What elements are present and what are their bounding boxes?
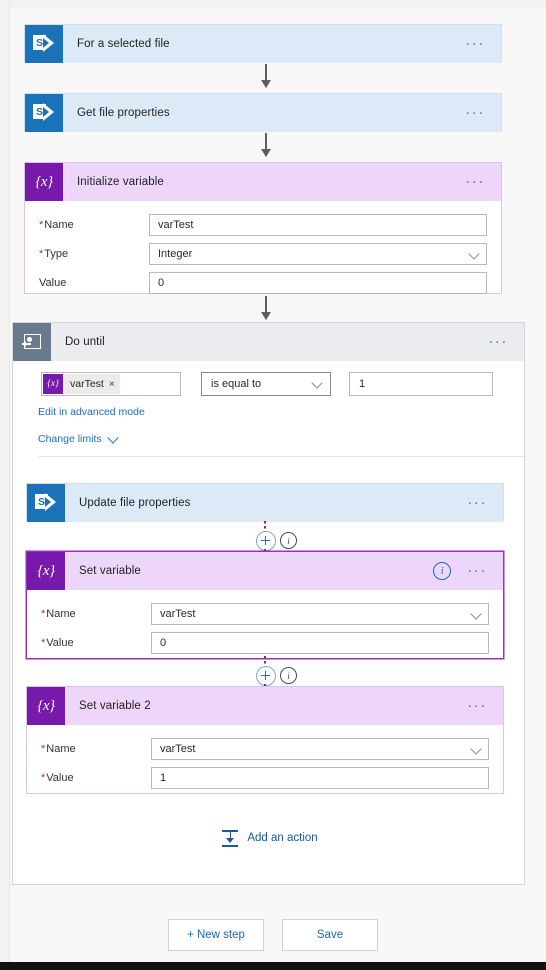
edit-in-advanced-mode-link[interactable]: Edit in advanced mode [38,406,145,418]
sharepoint-icon: S [25,25,63,63]
step-card-set-variable[interactable]: {x} Set variable i ··· *Name varTest *Va… [26,551,504,659]
insert-step-button[interactable] [256,666,276,686]
step-title: Update file properties [79,497,191,509]
insert-action-icon [221,829,239,847]
field-label: *Name [41,608,76,620]
operator-label: is equal to [211,378,262,390]
field-row-type: *Type Integer [39,238,487,267]
flow-designer-canvas: S For a selected file ··· S Get file pro… [0,0,546,970]
type-dropdown[interactable]: Integer [149,243,487,265]
variable-icon: {x} [27,687,65,725]
change-limits-link[interactable]: Change limits [38,433,119,445]
flow-connector-arrow [261,64,271,88]
step-overflow-menu-button[interactable]: ··· [461,698,503,713]
sharepoint-icon: S [27,484,65,522]
step-overflow-menu-button[interactable]: ··· [482,334,524,349]
info-icon[interactable]: i [280,532,297,549]
step-header: {x} Set variable i ··· [27,552,503,590]
chevron-down-icon [108,434,119,445]
step-card-set-variable-2[interactable]: {x} Set variable 2 ··· *Name varTest *Va… [26,686,504,794]
condition-operand-field[interactable]: {x} varTest × [41,372,181,396]
value-input[interactable]: 0 [151,632,489,654]
step-card-for-a-selected-file[interactable]: S For a selected file ··· [24,24,502,63]
add-an-action-label: Add an action [247,832,318,844]
field-row-value: *Value 1 [41,762,489,791]
step-header: Do until ··· [13,323,524,361]
value-input[interactable]: 1 [151,767,489,789]
save-button[interactable]: Save [282,919,378,951]
step-header: S For a selected file ··· [25,25,501,63]
step-title: Set variable [79,565,141,577]
field-label: *Name [41,743,76,755]
variable-token-vartest[interactable]: {x} varTest × [43,374,120,394]
step-card-get-file-properties[interactable]: S Get file properties ··· [24,93,502,132]
field-label: *Type [39,248,69,260]
field-row-name: *Name varTest [39,209,487,238]
add-an-action-button[interactable]: Add an action [13,829,526,847]
field-label: *Value [41,637,74,649]
change-limits-label: Change limits [38,433,102,445]
section-divider [38,456,526,457]
canvas-left-strip [0,0,10,962]
name-dropdown[interactable]: varTest [151,738,489,760]
field-row-name: *Name varTest [41,733,489,762]
variable-icon: {x} [25,163,63,201]
insert-step-button[interactable] [256,531,276,551]
step-overflow-menu-button[interactable]: ··· [461,563,503,578]
name-input[interactable]: varTest [149,214,487,236]
do-until-condition-row: {x} varTest × is equal to 1 [41,371,501,397]
field-row-value: *Value 0 [41,627,489,656]
variable-icon: {x} [27,552,65,590]
step-header: S Get file properties ··· [25,94,501,132]
footer-actions: + New step Save [0,919,546,951]
info-icon[interactable]: i [433,562,452,580]
value-input[interactable]: 0 [149,272,487,294]
condition-operator-dropdown[interactable]: is equal to [201,372,331,396]
step-card-do-until[interactable]: Do until ··· {x} varTest × is equal to 1… [12,322,526,885]
field-label: *Value [41,772,74,784]
condition-value-input[interactable]: 1 [349,372,493,396]
step-overflow-menu-button[interactable]: ··· [459,174,501,189]
step-title: Get file properties [77,107,170,119]
step-overflow-menu-button[interactable]: ··· [461,495,503,510]
field-label: Value [39,277,67,289]
step-card-update-file-properties[interactable]: S Update file properties ··· [26,483,504,522]
step-header: S Update file properties ··· [27,484,503,522]
close-icon[interactable]: × [109,379,115,390]
field-row-value: Value 0 [39,267,487,296]
sharepoint-icon: S [25,94,63,132]
step-title: Initialize variable [77,176,164,188]
step-body: *Name varTest *Type Integer Value 0 [25,201,501,308]
step-overflow-menu-button[interactable]: ··· [459,105,501,120]
field-label: *Name [39,219,74,231]
step-body: *Name varTest *Value 1 [27,725,503,803]
step-overflow-menu-button[interactable]: ··· [459,36,501,51]
step-header: {x} Set variable 2 ··· [27,687,503,725]
new-step-button[interactable]: + New step [168,919,264,951]
variable-icon: {x} [43,374,63,394]
canvas-top-strip [0,0,546,8]
token-label: varTest [70,378,104,390]
loop-icon [13,323,51,361]
step-title: For a selected file [77,38,170,50]
step-title: Do until [65,336,105,348]
step-card-initialize-variable[interactable]: {x} Initialize variable ··· *Name varTes… [24,162,502,294]
flow-connector-arrow [261,133,271,157]
info-icon[interactable]: i [280,667,297,684]
flow-connector-arrow [261,296,271,320]
bottom-bar [0,962,546,970]
step-header: {x} Initialize variable ··· [25,163,501,201]
chevron-down-icon [313,379,322,388]
field-row-name: *Name varTest [41,598,489,627]
step-title: Set variable 2 [79,700,151,712]
name-dropdown[interactable]: varTest [151,603,489,625]
